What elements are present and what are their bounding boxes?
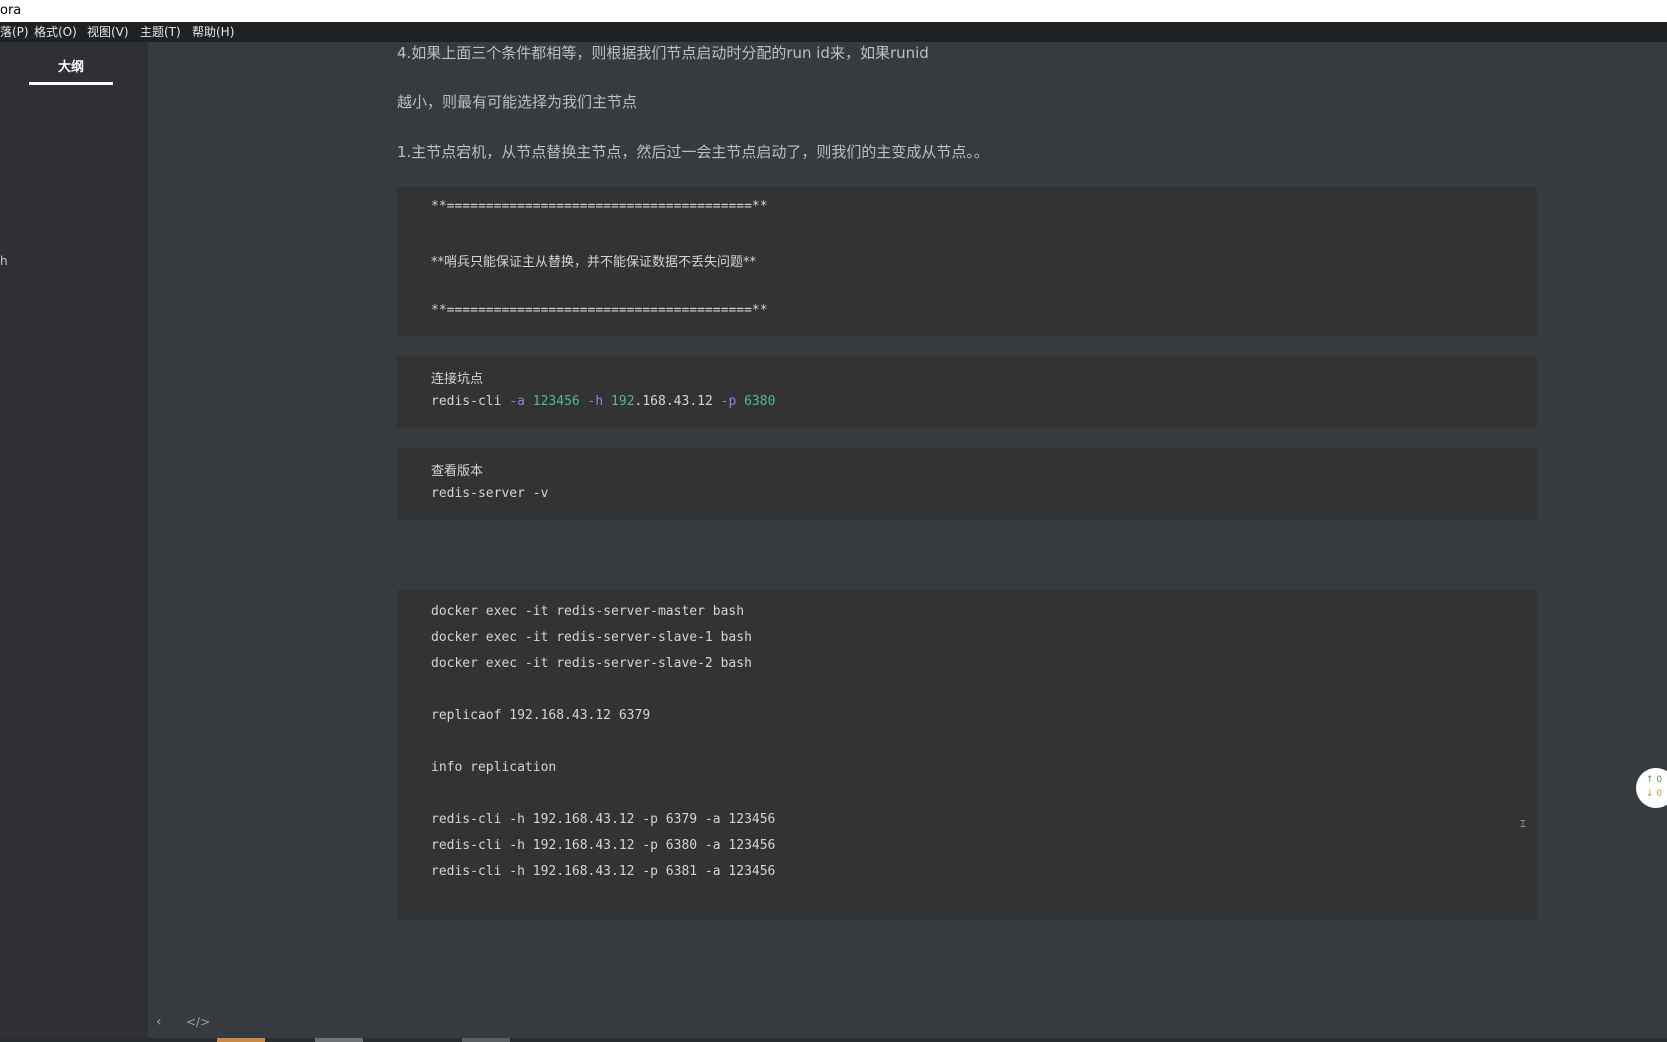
code-line: redis-server -v <box>431 486 549 501</box>
code-token-flag: -p <box>720 394 737 409</box>
source-code-icon[interactable]: </> <box>186 1015 210 1029</box>
sidebar-outline-item[interactable]: h <box>0 254 8 268</box>
code-line: **======================================… <box>431 199 768 214</box>
word-count-up: ↑ 0 <box>1646 775 1663 785</box>
menu-help[interactable]: 帮助(H) <box>192 22 234 42</box>
code-line: replicaof 192.168.43.12 6379 <box>431 708 651 723</box>
code-line: info replication <box>431 760 557 775</box>
code-line: **哨兵只能保证主从替换，并不能保证数据不丢失问题** <box>431 255 757 270</box>
paragraph: 越小，则最有可能选择为我们主节点 <box>397 93 638 111</box>
code-line: docker exec -it redis-server-master bash <box>431 604 745 619</box>
taskbar-item[interactable] <box>217 1038 265 1042</box>
chevron-left-icon[interactable]: ‹ <box>156 1014 162 1030</box>
code-token: redis-cli <box>431 394 510 409</box>
code-line: redis-cli -h 192.168.43.12 -p 6379 -a 12… <box>431 812 776 827</box>
tab-outline[interactable]: 大纲 <box>29 56 113 75</box>
code-token-number: 192 <box>603 394 635 409</box>
code-token-flag: -a <box>509 394 525 409</box>
menu-format[interactable]: 格式(O) <box>34 22 77 42</box>
code-block[interactable]: docker exec -it redis-server-master bash… <box>397 590 1537 920</box>
menu-theme[interactable]: 主题(T) <box>140 22 181 42</box>
tab-active-indicator <box>29 82 113 85</box>
code-line: redis-cli -h 192.168.43.12 -p 6380 -a 12… <box>431 838 776 853</box>
code-token-number: 123456 <box>524 394 588 409</box>
taskbar-item[interactable] <box>315 1038 363 1042</box>
window-title: ora <box>0 3 22 18</box>
code-line-command: redis-cli -a 123456 -h 192.168.43.12 -p … <box>431 394 775 409</box>
menu-view[interactable]: 视图(V) <box>87 22 129 42</box>
editor[interactable]: 4.如果上面三个条件都相等，则根据我们节点启动时分配的run id来，如果run… <box>148 42 1667 1042</box>
code-line: 查看版本 <box>431 464 484 479</box>
sidebar: 大纲 h <box>0 42 148 1042</box>
word-count-down: ↓ 0 <box>1646 789 1663 799</box>
taskbar-edge <box>0 1038 1667 1042</box>
taskbar-item[interactable] <box>462 1038 510 1042</box>
menu-paragraph[interactable]: 落(P) <box>0 22 29 42</box>
code-block[interactable]: 连接坑点 redis-cli -a 123456 -h 192.168.43.1… <box>397 356 1537 428</box>
title-bar: ora <box>0 0 1667 22</box>
code-line: redis-cli -h 192.168.43.12 -p 6381 -a 12… <box>431 864 776 879</box>
code-block[interactable]: 查看版本 redis-server -v <box>397 448 1537 520</box>
code-token-number: 6380 <box>736 394 776 409</box>
code-line: 连接坑点 <box>431 372 484 387</box>
text-cursor-icon: ⌶ <box>1520 819 1526 830</box>
code-line: docker exec -it redis-server-slave-2 bas… <box>431 656 752 671</box>
code-token-flag: -h <box>587 394 604 409</box>
menu-bar: 落(P) 格式(O) 视图(V) 主题(T) 帮助(H) <box>0 22 1667 42</box>
code-line: **======================================… <box>431 303 768 318</box>
paragraph: 4.如果上面三个条件都相等，则根据我们节点启动时分配的run id来，如果run… <box>397 44 929 62</box>
paragraph: 1.主节点宕机，从节点替换主节点，然后过一会主节点启动了，则我们的主变成从节点。… <box>397 143 989 161</box>
code-token: .168.43.12 <box>634 394 721 409</box>
code-line: docker exec -it redis-server-slave-1 bas… <box>431 630 752 645</box>
code-block[interactable]: **======================================… <box>397 187 1537 336</box>
